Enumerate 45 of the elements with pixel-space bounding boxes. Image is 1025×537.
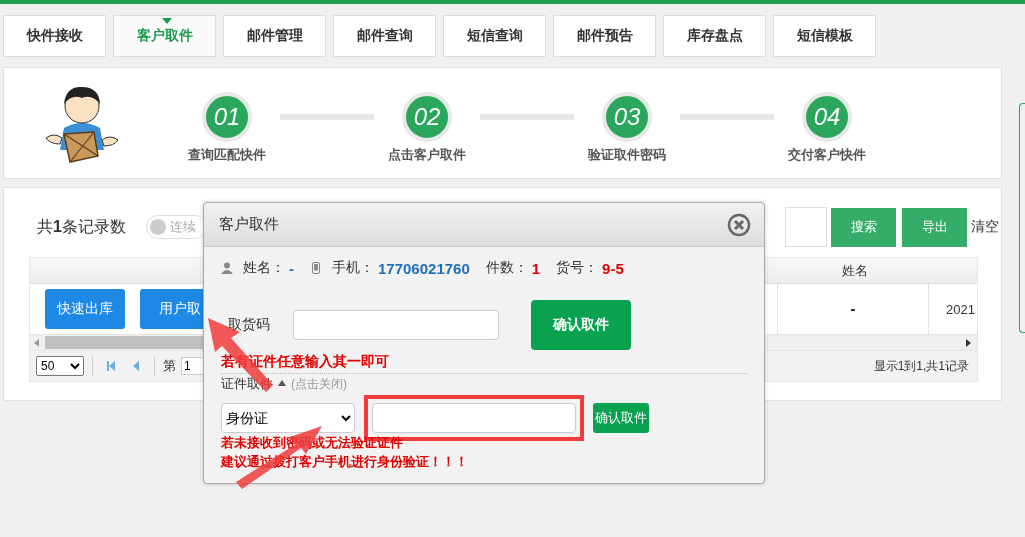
field-label: 件数：: [485, 259, 528, 277]
id-type-select[interactable]: 身份证: [221, 403, 355, 433]
field-label: 货号：: [556, 259, 599, 277]
clear-link[interactable]: 清空: [971, 218, 1001, 236]
pickup-code-field[interactable]: [293, 310, 499, 340]
tab[interactable]: 邮件查询: [333, 15, 436, 57]
step-label: 验证取件密码: [588, 146, 666, 164]
step-number: 01: [202, 92, 252, 142]
field-value: 1: [531, 259, 541, 277]
step-label: 点击客户取件: [388, 146, 466, 164]
close-icon[interactable]: [727, 212, 751, 237]
field-label: 姓名：: [243, 259, 285, 277]
table-cell-text: 2021: [945, 301, 976, 317]
step-number: 03: [602, 92, 652, 142]
tab[interactable]: 短信查询: [443, 15, 546, 57]
page-size-select[interactable]: 50: [36, 356, 84, 376]
action-button[interactable]: 快速出库: [45, 289, 125, 329]
tab[interactable]: 库存盘点: [663, 15, 766, 57]
record-count: 共1条记录数: [37, 216, 126, 237]
first-page-icon[interactable]: [106, 360, 116, 372]
field-label: 手机：: [332, 259, 374, 277]
tab[interactable]: 快件接收: [3, 15, 106, 57]
note-text: 若有证件任意输入其一即可: [221, 353, 390, 371]
pickup-code-label: 取货码: [227, 316, 271, 334]
field-value: 17706021760: [378, 259, 470, 277]
section-toggle[interactable]: 证件取件: [221, 375, 273, 393]
step-label: 查询匹配快件: [188, 146, 266, 164]
search-field[interactable]: [785, 207, 827, 247]
step-number: 02: [402, 92, 452, 142]
page-label: 第: [163, 357, 176, 375]
id-number-field[interactable]: [372, 403, 576, 433]
tab[interactable]: 邮件管理: [223, 15, 326, 57]
phone-icon: [310, 262, 322, 274]
previous-page-icon[interactable]: [131, 360, 141, 372]
dialog-title: 客户取件: [219, 215, 279, 234]
tab[interactable]: 邮件预告: [553, 15, 656, 57]
column-header: 姓名: [841, 261, 869, 280]
step-number: 04: [802, 92, 852, 142]
step-label: 交付客户快件: [788, 146, 866, 164]
page-summary: 显示1到1,共1记录: [873, 357, 969, 375]
person-icon: [221, 262, 233, 274]
tab[interactable]: 短信模板: [773, 15, 876, 57]
field-value: -: [289, 259, 294, 277]
field-value: 9-5: [602, 259, 624, 277]
toggle-knob: [149, 219, 166, 235]
